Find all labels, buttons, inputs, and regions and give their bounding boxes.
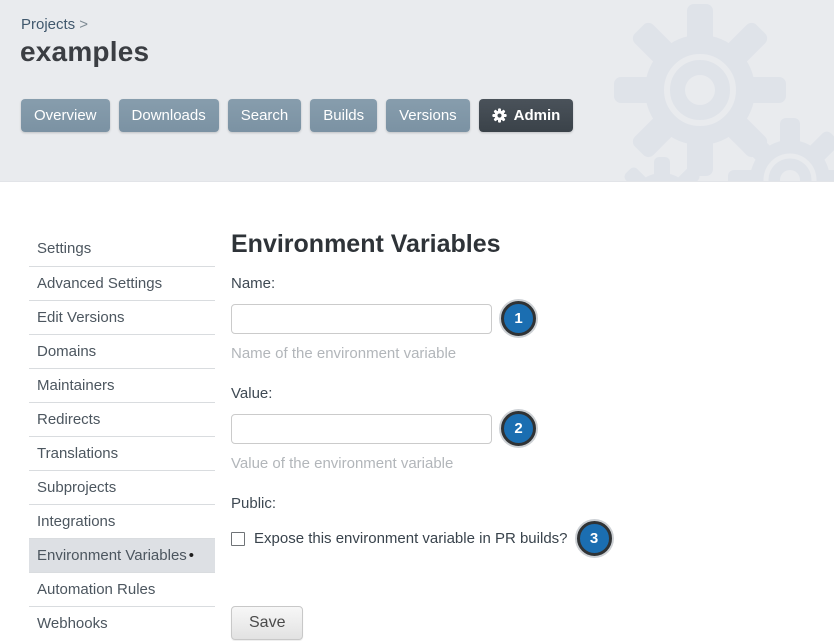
tab-versions[interactable]: Versions <box>386 99 470 132</box>
value-field-group: Value: 2 Value of the environment variab… <box>231 385 671 472</box>
sidebar-item-maintainers[interactable]: Maintainers <box>29 368 215 402</box>
public-field-group: Public: Expose this environment variable… <box>231 495 671 556</box>
project-nav-tabs: Overview Downloads Search Builds Version… <box>21 99 573 132</box>
name-input[interactable] <box>231 304 492 334</box>
page-title: examples <box>20 36 149 68</box>
step-badge-3: 3 <box>577 521 612 556</box>
sidebar-item-subprojects[interactable]: Subprojects <box>29 470 215 504</box>
active-item-bullet: • <box>189 547 194 564</box>
tab-admin[interactable]: Admin <box>479 99 574 132</box>
value-input[interactable] <box>231 414 492 444</box>
value-helper-text: Value of the environment variable <box>231 455 671 472</box>
sidebar-item-environment-variables[interactable]: Environment Variables• <box>29 538 215 572</box>
sidebar-item-automation-rules[interactable]: Automation Rules <box>29 572 215 606</box>
step-badge-1: 1 <box>501 301 536 336</box>
breadcrumb: Projects> <box>21 16 88 33</box>
tab-downloads[interactable]: Downloads <box>119 99 219 132</box>
sidebar-item-edit-versions[interactable]: Edit Versions <box>29 300 215 334</box>
public-field-label: Public: <box>231 495 671 512</box>
gear-icon <box>492 108 507 123</box>
sidebar-item-webhooks[interactable]: Webhooks <box>29 606 215 640</box>
public-checkbox-label[interactable]: Expose this environment variable in PR b… <box>254 530 568 547</box>
name-field-group: Name: 1 Name of the environment variable <box>231 275 671 362</box>
name-field-label: Name: <box>231 275 671 292</box>
sidebar-item-domains[interactable]: Domains <box>29 334 215 368</box>
sidebar-item-advanced-settings[interactable]: Advanced Settings <box>29 266 215 300</box>
tab-builds[interactable]: Builds <box>310 99 377 132</box>
environment-variables-form: Environment Variables Name: 1 Name of th… <box>231 230 671 640</box>
public-checkbox[interactable] <box>231 532 245 546</box>
sidebar-item-translations[interactable]: Translations <box>29 436 215 470</box>
project-header: Projects> examples Overview Downloads Se… <box>0 0 834 182</box>
gears-decoration-graphic <box>534 0 834 182</box>
section-heading: Environment Variables <box>231 230 671 259</box>
admin-sidebar: Settings Advanced Settings Edit Versions… <box>29 232 215 640</box>
sidebar-item-redirects[interactable]: Redirects <box>29 402 215 436</box>
sidebar-item-integrations[interactable]: Integrations <box>29 504 215 538</box>
step-badge-2: 2 <box>501 411 536 446</box>
value-field-label: Value: <box>231 385 671 402</box>
name-helper-text: Name of the environment variable <box>231 345 671 362</box>
breadcrumb-projects-link[interactable]: Projects <box>21 16 75 33</box>
sidebar-item-label: Environment Variables <box>37 547 187 564</box>
sidebar-item-settings[interactable]: Settings <box>29 232 215 266</box>
breadcrumb-separator: > <box>79 16 88 33</box>
tab-search[interactable]: Search <box>228 99 302 132</box>
save-button[interactable]: Save <box>231 606 303 640</box>
tab-overview[interactable]: Overview <box>21 99 110 132</box>
tab-admin-label: Admin <box>514 99 561 132</box>
